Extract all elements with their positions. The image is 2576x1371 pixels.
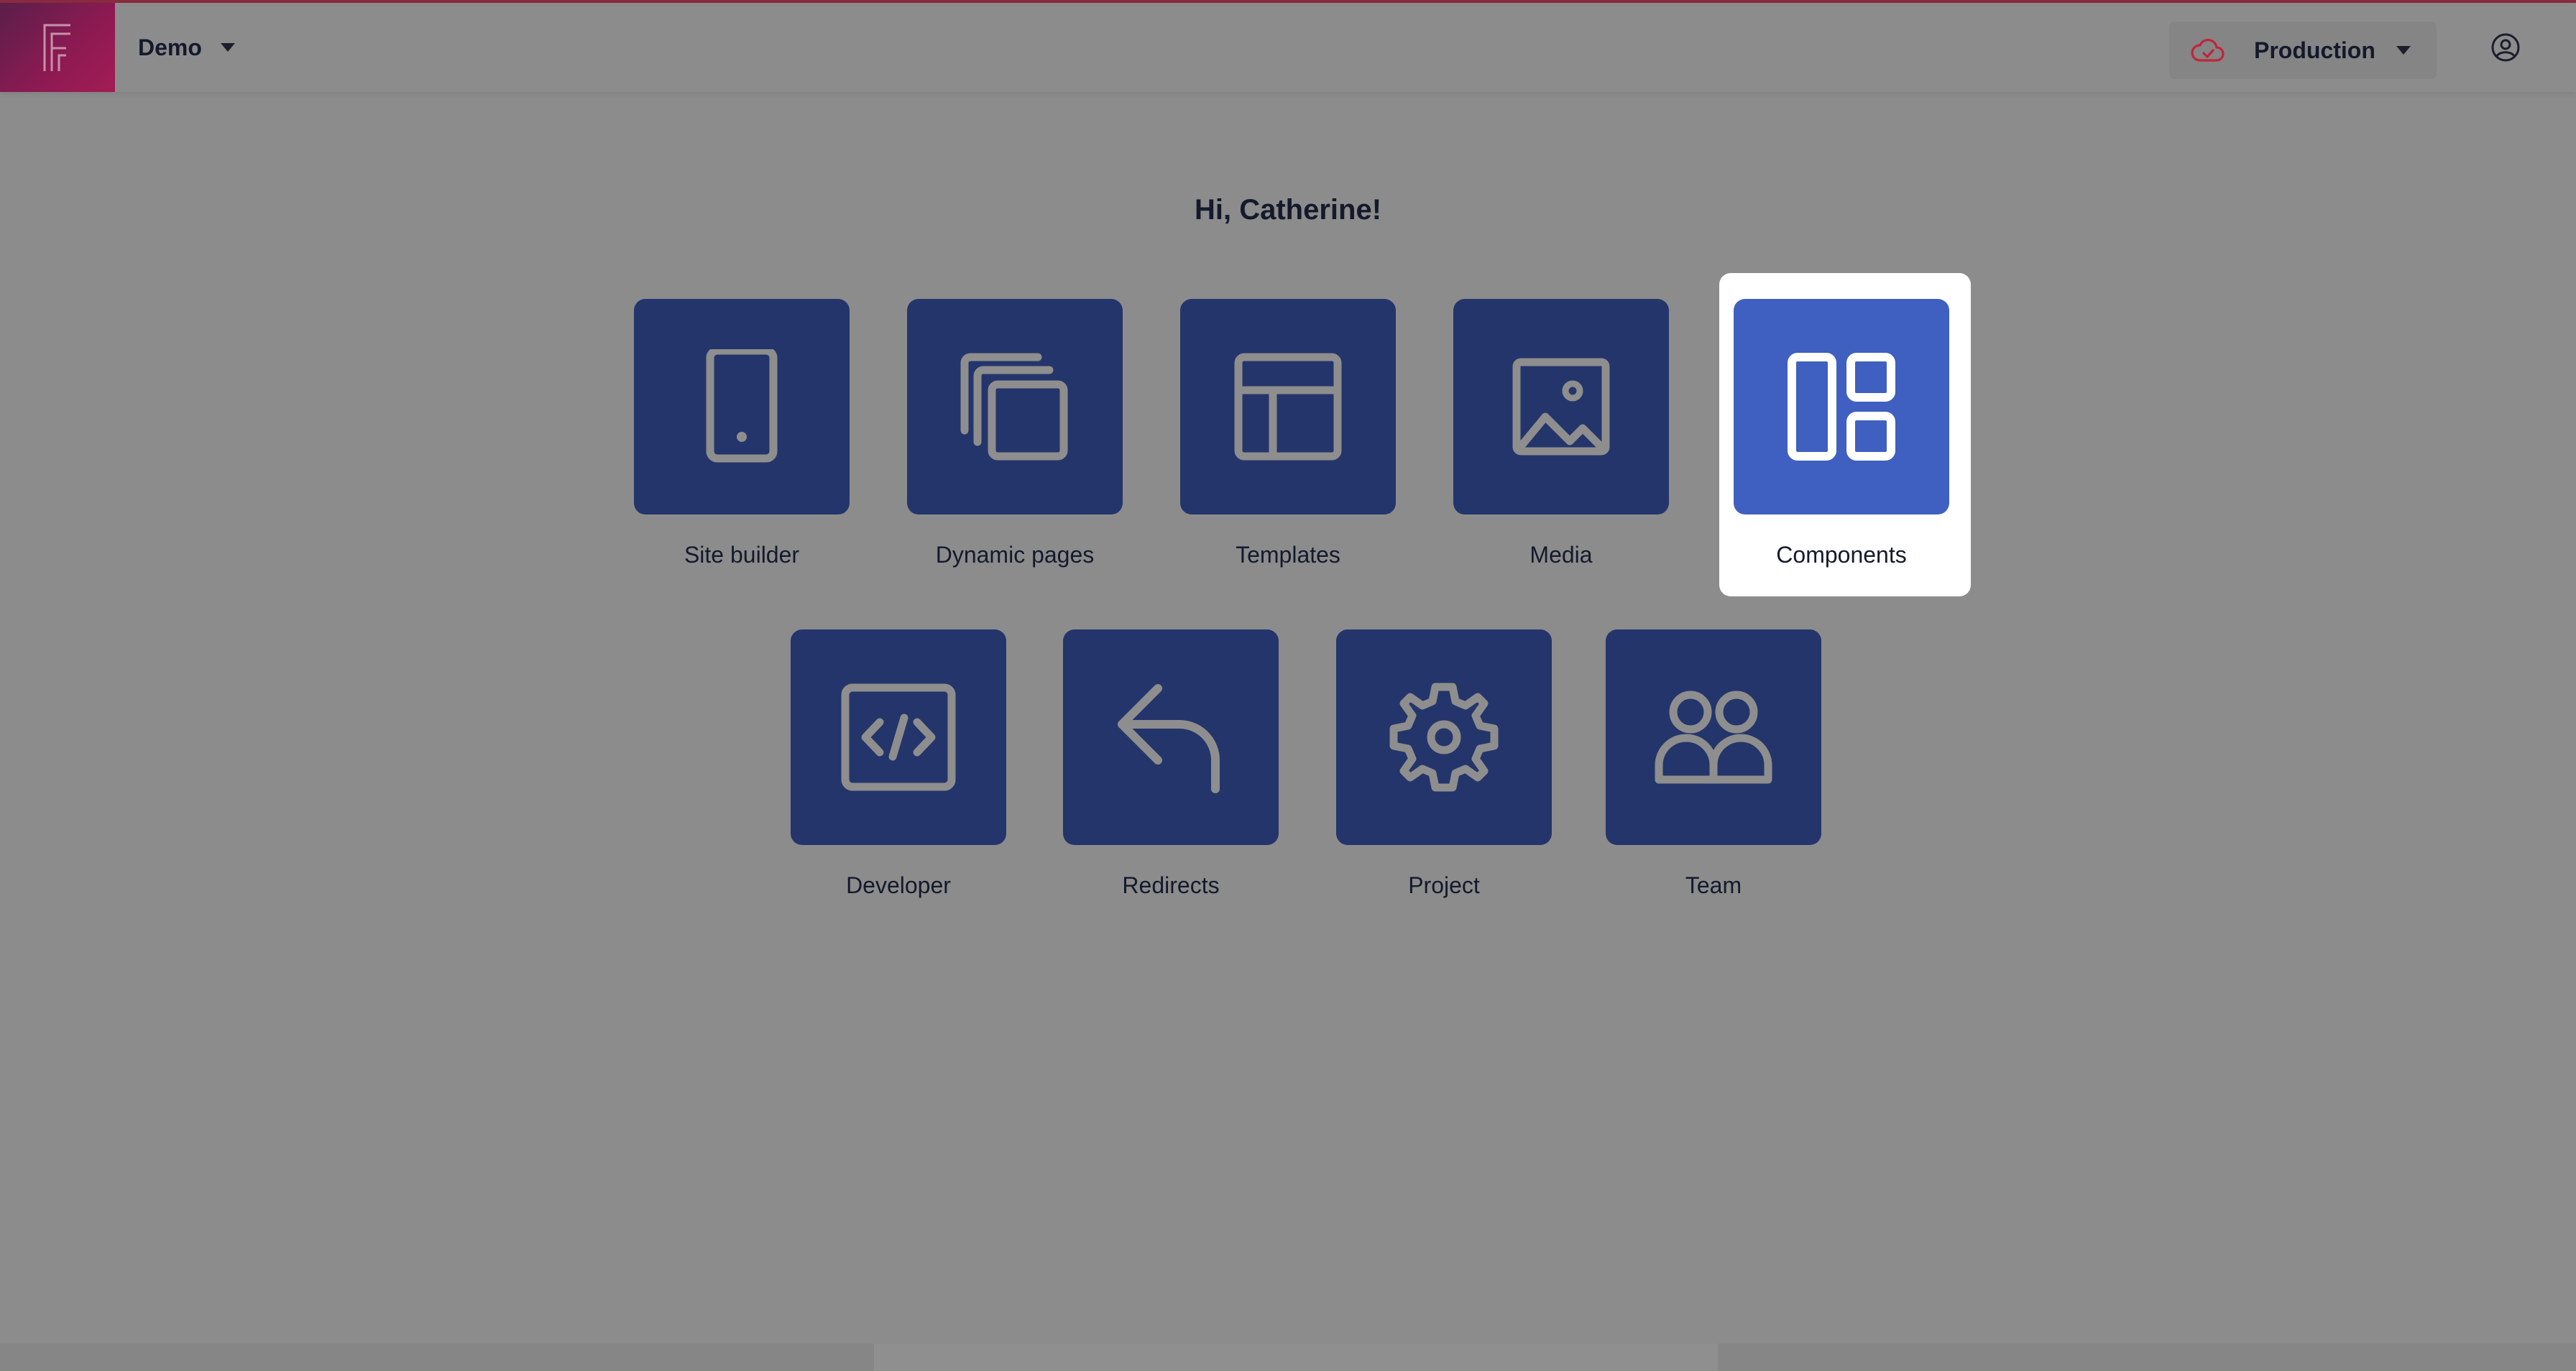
tile-label: Team	[1685, 872, 1742, 898]
bottom-segment	[0, 1344, 874, 1371]
tile-team[interactable]: Team	[1606, 629, 1821, 900]
tile-icon-box	[1606, 629, 1821, 845]
tile-label: Site builder	[684, 542, 800, 568]
tile-icon-box	[791, 629, 1006, 845]
stacked-pages-icon	[960, 353, 1068, 461]
greeting-heading: Hi, Catherine!	[1194, 194, 1382, 226]
tile-icon-box	[1180, 299, 1396, 514]
bottom-segment	[874, 1344, 1718, 1371]
tile-redirects[interactable]: Redirects	[1063, 629, 1279, 900]
caret-down-icon	[2396, 46, 2411, 55]
tile-site-builder[interactable]: Site builder	[634, 299, 850, 569]
project-selector[interactable]: Demo	[138, 30, 235, 65]
caret-down-icon	[220, 43, 235, 52]
cloud-check-icon	[2191, 38, 2225, 62]
tile-icon-box	[1336, 629, 1552, 845]
environment-selector[interactable]: Production	[2169, 22, 2437, 79]
app-logo[interactable]	[0, 3, 115, 92]
components-icon	[1788, 353, 1895, 461]
tile-label: Templates	[1236, 542, 1340, 568]
tile-templates[interactable]: Templates	[1180, 299, 1396, 569]
tile-project[interactable]: Project	[1336, 629, 1552, 900]
tile-icon-box	[634, 299, 850, 514]
environment-label: Production	[2254, 37, 2375, 63]
tile-icon-box	[1734, 299, 1949, 514]
tile-media[interactable]: Media	[1453, 299, 1669, 569]
tile-icon-box	[907, 299, 1123, 514]
tile-label: Project	[1408, 872, 1480, 898]
bottom-edge	[0, 1344, 2576, 1371]
code-icon	[841, 683, 956, 791]
gear-icon	[1389, 683, 1499, 792]
layout-template-icon	[1234, 353, 1342, 461]
redirect-arrow-icon	[1118, 684, 1220, 793]
bottom-segment	[1718, 1344, 2576, 1371]
f-logo-icon	[43, 24, 70, 71]
tile-label: Developer	[846, 872, 951, 898]
tile-dynamic-pages[interactable]: Dynamic pages	[907, 299, 1123, 569]
tablet-icon	[706, 349, 778, 463]
tile-developer[interactable]: Developer	[791, 629, 1006, 900]
tile-label: Redirects	[1122, 872, 1220, 898]
top-bar: Demo Production	[0, 3, 2576, 92]
users-icon	[1655, 691, 1772, 784]
tile-icon-box	[1063, 629, 1279, 845]
user-circle-icon[interactable]	[2490, 32, 2521, 63]
tile-label: Components	[1776, 542, 1907, 568]
tile-components[interactable]: Components	[1734, 299, 1949, 569]
tile-label: Dynamic pages	[935, 542, 1095, 568]
tile-label: Media	[1530, 542, 1593, 568]
image-icon	[1512, 358, 1610, 456]
tile-icon-box	[1453, 299, 1669, 514]
project-name: Demo	[138, 34, 202, 60]
